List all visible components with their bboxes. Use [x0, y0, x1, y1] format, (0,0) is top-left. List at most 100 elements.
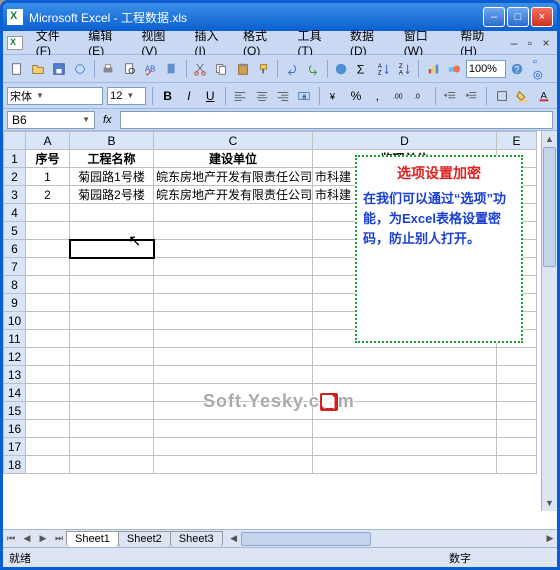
row-header[interactable]: 13	[4, 366, 26, 384]
row-header[interactable]: 17	[4, 438, 26, 456]
copy-icon[interactable]	[212, 59, 231, 79]
cell[interactable]	[70, 348, 154, 366]
row-header[interactable]: 18	[4, 456, 26, 474]
increase-decimal-icon[interactable]: .00	[390, 86, 407, 106]
cell[interactable]	[497, 420, 537, 438]
comma-icon[interactable]: ,	[369, 86, 386, 106]
cell[interactable]	[154, 438, 313, 456]
row-header[interactable]: 5	[4, 222, 26, 240]
cell[interactable]	[154, 420, 313, 438]
cell[interactable]: 皖东房地产开发有限责任公司	[154, 186, 313, 204]
scroll-up-icon[interactable]: ▲	[542, 131, 557, 147]
sheet-tab[interactable]: Sheet1	[66, 531, 119, 547]
preview-icon[interactable]	[120, 59, 139, 79]
row-header[interactable]: 9	[4, 294, 26, 312]
doc-minimize-button[interactable]: –	[507, 36, 521, 50]
drawing-icon[interactable]	[445, 59, 464, 79]
doc-close-button[interactable]: ×	[539, 36, 553, 50]
cell[interactable]	[313, 420, 497, 438]
sheet-tab[interactable]: Sheet3	[170, 531, 223, 547]
cell[interactable]	[70, 276, 154, 294]
print-icon[interactable]	[99, 59, 118, 79]
zoom-input[interactable]	[466, 60, 506, 78]
italic-icon[interactable]: I	[180, 86, 197, 106]
cell[interactable]	[154, 294, 313, 312]
close-button[interactable]: ×	[531, 7, 553, 27]
vertical-scrollbar[interactable]: ▲ ▼	[541, 131, 557, 511]
cell[interactable]	[26, 402, 70, 420]
research-icon[interactable]	[162, 59, 181, 79]
cell[interactable]	[497, 384, 537, 402]
cell[interactable]	[26, 384, 70, 402]
restore-toolbar-icon[interactable]: ▫ ◎	[529, 54, 553, 83]
selected-cell[interactable]	[70, 240, 154, 258]
format-painter-icon[interactable]	[254, 59, 273, 79]
tab-nav-first-icon[interactable]: ⏮	[3, 531, 19, 547]
cell[interactable]	[26, 456, 70, 474]
cell[interactable]	[70, 204, 154, 222]
row-header[interactable]: 2	[4, 168, 26, 186]
cell[interactable]	[154, 204, 313, 222]
cell[interactable]	[497, 438, 537, 456]
scroll-down-icon[interactable]: ▼	[542, 495, 557, 511]
cell[interactable]	[70, 402, 154, 420]
spelling-icon[interactable]: AB	[141, 59, 160, 79]
cell[interactable]	[313, 366, 497, 384]
select-all-corner[interactable]	[4, 132, 26, 150]
cell[interactable]: 工程名称	[70, 150, 154, 168]
undo-icon[interactable]	[282, 59, 301, 79]
col-header[interactable]: E	[497, 132, 537, 150]
cell[interactable]	[70, 384, 154, 402]
tab-nav-prev-icon[interactable]: ◀	[19, 531, 35, 547]
doc-restore-button[interactable]: ▫	[523, 36, 537, 50]
cell[interactable]	[70, 312, 154, 330]
cell[interactable]	[26, 438, 70, 456]
cell[interactable]: 序号	[26, 150, 70, 168]
cell[interactable]	[26, 420, 70, 438]
maximize-button[interactable]: □	[507, 7, 529, 27]
row-header[interactable]: 4	[4, 204, 26, 222]
col-header[interactable]: A	[26, 132, 70, 150]
fx-button[interactable]: fx	[97, 114, 118, 126]
cell[interactable]: 皖东房地产开发有限责任公司	[154, 168, 313, 186]
hyperlink-icon[interactable]	[332, 59, 351, 79]
cell[interactable]	[497, 366, 537, 384]
cell[interactable]	[70, 366, 154, 384]
align-left-icon[interactable]	[232, 86, 249, 106]
cell[interactable]	[154, 222, 313, 240]
cell[interactable]	[154, 240, 313, 258]
cell[interactable]	[154, 276, 313, 294]
align-right-icon[interactable]	[274, 86, 291, 106]
row-header[interactable]: 16	[4, 420, 26, 438]
col-header[interactable]: D	[313, 132, 497, 150]
doc-icon[interactable]	[7, 36, 23, 50]
currency-icon[interactable]: ¥	[326, 86, 343, 106]
borders-icon[interactable]	[493, 86, 510, 106]
cell[interactable]	[154, 456, 313, 474]
row-header[interactable]: 8	[4, 276, 26, 294]
minimize-button[interactable]: –	[483, 7, 505, 27]
cell[interactable]	[154, 366, 313, 384]
bold-icon[interactable]: B	[159, 86, 176, 106]
cell[interactable]	[26, 348, 70, 366]
fill-color-icon[interactable]	[514, 86, 531, 106]
cell[interactable]	[26, 294, 70, 312]
row-header[interactable]: 10	[4, 312, 26, 330]
cell[interactable]	[26, 258, 70, 276]
cell[interactable]	[313, 438, 497, 456]
sheet-tab[interactable]: Sheet2	[118, 531, 171, 547]
cell[interactable]: 2	[26, 186, 70, 204]
cell[interactable]	[70, 222, 154, 240]
cut-icon[interactable]	[191, 59, 210, 79]
chart-icon[interactable]	[423, 59, 442, 79]
cell[interactable]	[70, 420, 154, 438]
font-size-select[interactable]: 12▼	[107, 87, 146, 105]
cell[interactable]	[26, 240, 70, 258]
cell[interactable]	[26, 204, 70, 222]
cell[interactable]	[26, 366, 70, 384]
merge-icon[interactable]: a	[296, 86, 313, 106]
cell[interactable]	[313, 456, 497, 474]
scroll-thumb[interactable]	[543, 147, 556, 267]
permission-icon[interactable]	[71, 59, 90, 79]
sort-desc-icon[interactable]: ZA	[395, 59, 414, 79]
